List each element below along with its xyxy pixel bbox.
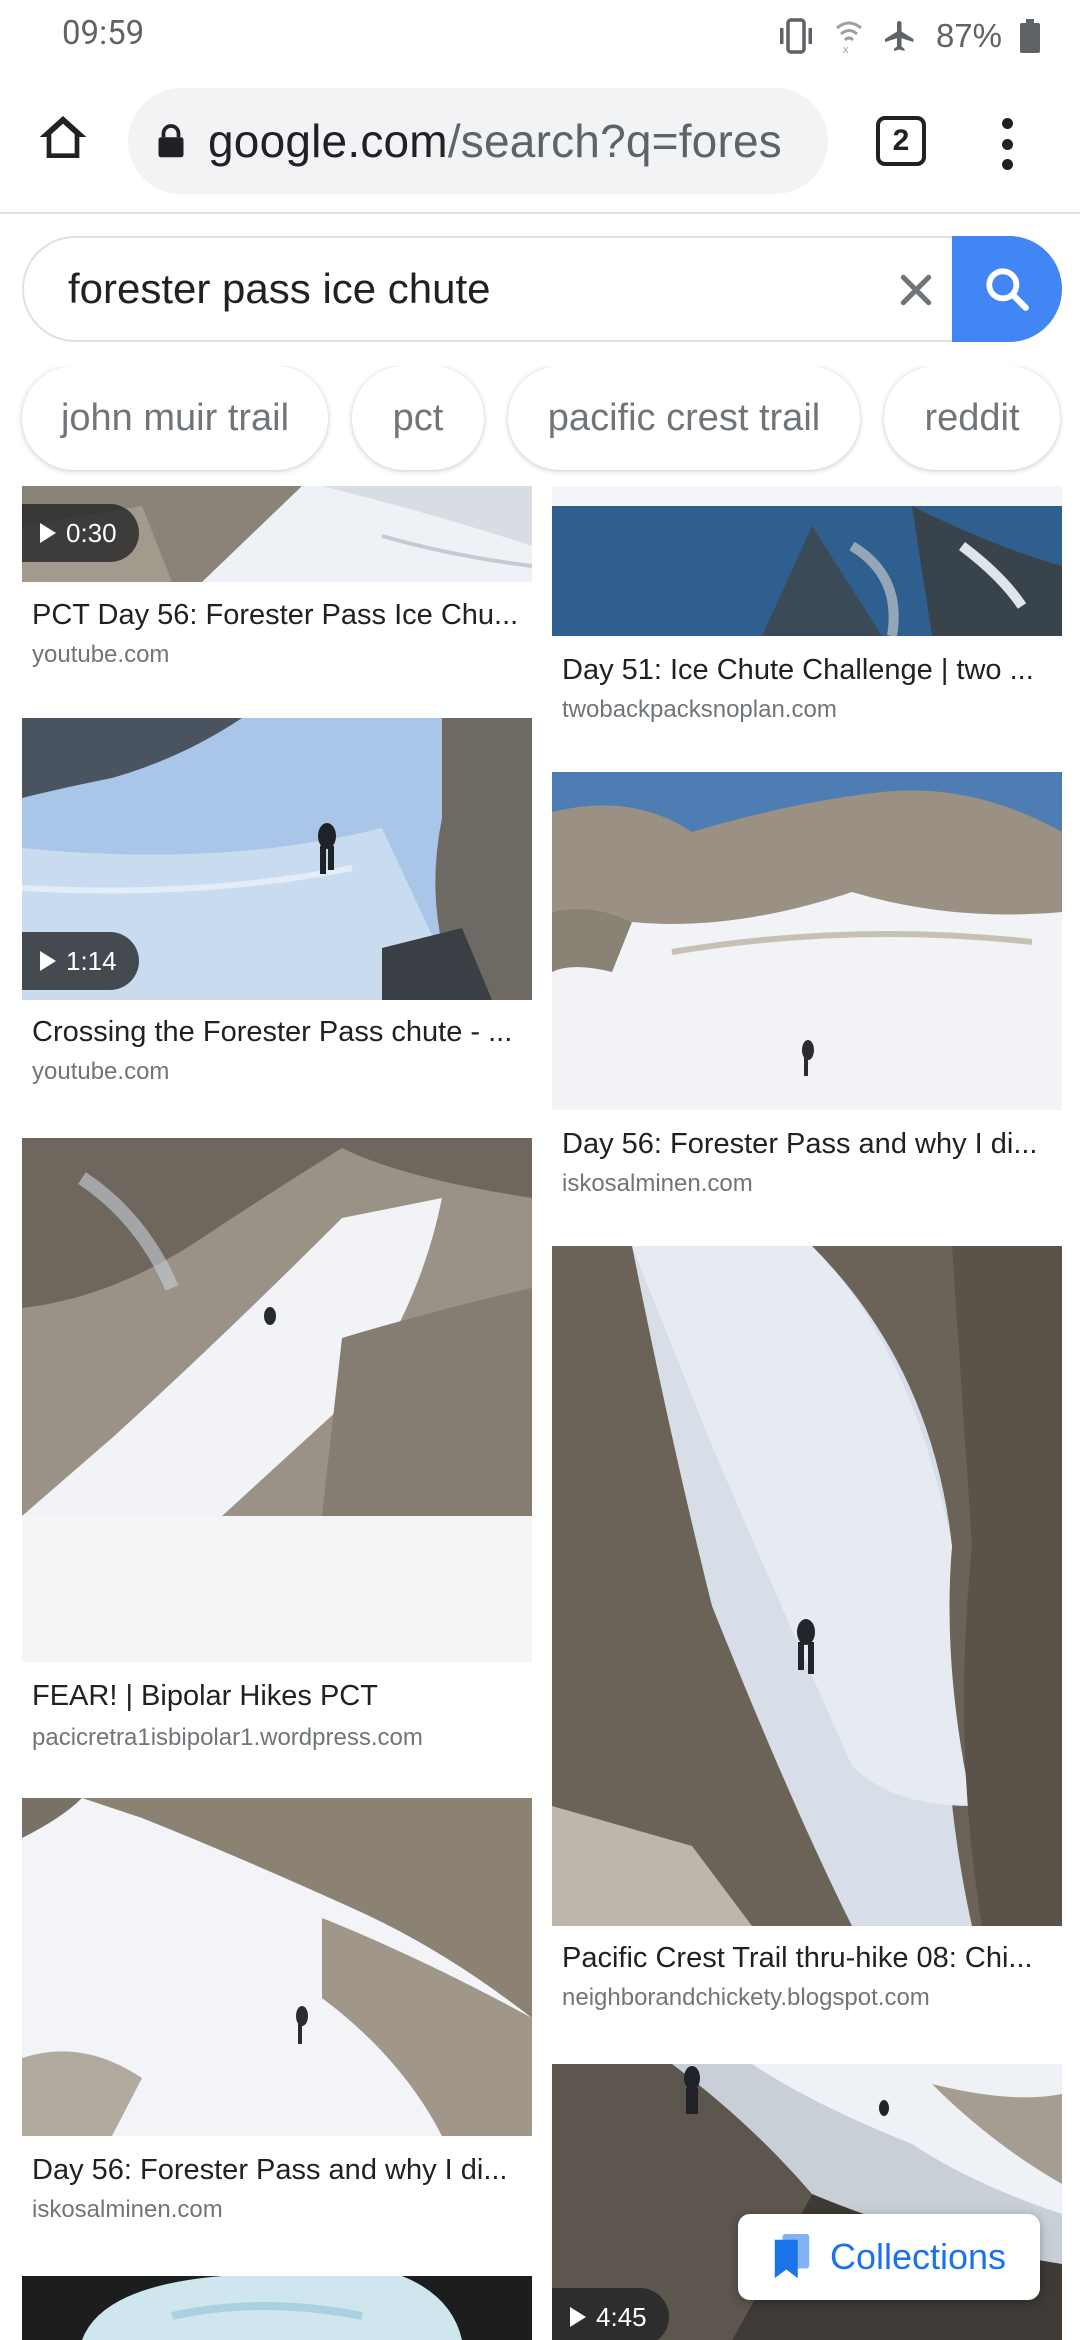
duration-text: 1:14 [66, 945, 117, 976]
image-result[interactable]: Day 51: Ice Chute Challenge | two ... tw… [552, 486, 1062, 736]
result-source: youtube.com [32, 641, 170, 668]
result-title: Pacific Crest Trail thru-hike 08: Chi... [562, 1942, 1033, 1974]
vibrate-icon [776, 18, 816, 54]
result-title: Crossing the Forester Pass chute - ... [32, 1016, 513, 1048]
browser-toolbar: google.com/search?q=fores 2 [0, 72, 1080, 214]
home-button[interactable] [30, 104, 96, 170]
duration-text: 0:30 [66, 517, 117, 548]
search-input[interactable]: forester pass ice chute [68, 238, 491, 340]
home-icon [39, 116, 87, 158]
image-result[interactable] [22, 2276, 532, 2340]
play-icon [40, 523, 56, 543]
wifi-icon: x [834, 18, 864, 54]
result-source: iskosalminen.com [32, 2196, 223, 2223]
image-result[interactable]: 0:30 PCT Day 56: Forester Pass Ice Chu..… [22, 486, 532, 686]
airplane-mode-icon [882, 18, 918, 54]
result-thumbnail [552, 1246, 1062, 1926]
image-result[interactable]: 1:14 Crossing the Forester Pass chute - … [22, 718, 532, 1118]
image-result[interactable]: Day 56: Forester Pass and why I di... is… [552, 772, 1062, 1212]
duration-text: 4:45 [596, 2301, 647, 2332]
video-duration-badge: 1:14 [22, 932, 139, 990]
battery-percent: 87% [935, 17, 1002, 54]
image-result[interactable]: FEAR! | Bipolar Hikes PCT [22, 1138, 532, 1712]
result-thumbnail [552, 772, 1062, 1110]
collections-button[interactable]: Collections [738, 2214, 1040, 2300]
search-box: forester pass ice chute [22, 236, 1062, 342]
collections-label: Collections [829, 2236, 1007, 2277]
lock-icon [128, 123, 208, 159]
result-title: Day 51: Ice Chute Challenge | two ... [562, 654, 1034, 686]
result-title: Day 56: Forester Pass and why I di... [32, 2154, 508, 2186]
status-time: 09:59 [62, 14, 145, 53]
related-searches-chips: john muir trail pct pacific crest trail … [0, 366, 1080, 486]
search-icon [986, 268, 1029, 311]
url-text: google.com/search?q=fores [208, 114, 782, 168]
search-row: forester pass ice chute [0, 214, 1080, 366]
result-thumbnail [22, 1798, 532, 2136]
result-title: FEAR! | Bipolar Hikes PCT [32, 1680, 378, 1712]
tab-switcher-button[interactable]: 2 [876, 116, 926, 166]
chip-pacific-crest-trail[interactable]: pacific crest trail [508, 366, 860, 470]
status-bar: 09:59 x 87% [0, 0, 1080, 72]
svg-text:x: x [843, 44, 849, 54]
overflow-menu-button[interactable] [982, 112, 1032, 176]
result-title: PCT Day 56: Forester Pass Ice Chu... [32, 599, 519, 631]
chip-john-muir-trail[interactable]: john muir trail [22, 366, 328, 470]
image-result[interactable]: Pacific Crest Trail thru-hike 08: Chi...… [552, 1246, 1062, 2016]
result-source: neighborandchickety.blogspot.com [562, 1984, 930, 2011]
play-icon [570, 2307, 586, 2327]
menu-dot [1001, 159, 1013, 170]
menu-dot [1001, 138, 1013, 150]
result-title: Day 56: Forester Pass and why I di... [562, 1128, 1038, 1160]
result-source: iskosalminen.com [562, 1170, 753, 1197]
search-button[interactable] [952, 236, 1062, 342]
battery-icon [1020, 19, 1040, 53]
status-icons: x 87% [776, 14, 1040, 58]
thumbnail-padding [22, 1516, 532, 1662]
image-result[interactable]: Day 56: Forester Pass and why I di... is… [22, 1798, 532, 2228]
video-duration-badge: 0:30 [22, 504, 139, 562]
play-icon [40, 951, 56, 971]
result-source: pacicretra1isbipolar1.wordpress.com [32, 1724, 423, 1751]
image-results-grid: 0:30 PCT Day 56: Forester Pass Ice Chu..… [0, 486, 1080, 2340]
result-source: youtube.com [32, 1058, 170, 1085]
address-bar[interactable]: google.com/search?q=fores [128, 88, 828, 194]
url-path: /search?q=fores [447, 115, 782, 167]
result-thumbnail [22, 2276, 532, 2340]
close-icon [900, 274, 932, 306]
chip-pct[interactable]: pct [352, 366, 484, 470]
bookmark-icon [774, 2234, 810, 2279]
result-thumbnail [552, 486, 1062, 636]
result-thumbnail [22, 1138, 532, 1516]
video-duration-badge: 4:45 [552, 2288, 669, 2340]
clear-search-button[interactable] [890, 264, 942, 316]
url-host: google.com [208, 115, 448, 167]
chip-reddit[interactable]: reddit [884, 366, 1060, 470]
result-source: twobackpacksnoplan.com [562, 696, 837, 723]
menu-dot [1001, 118, 1013, 129]
